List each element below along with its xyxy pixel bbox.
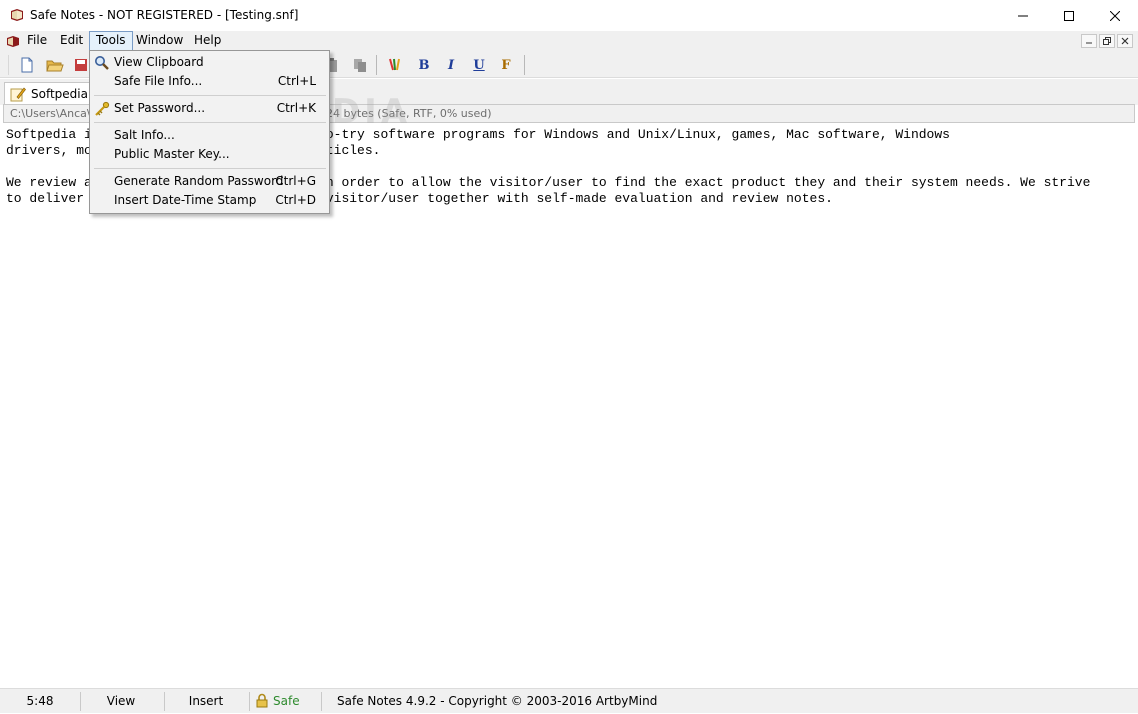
padlock-icon	[256, 693, 268, 711]
copy-icon[interactable]	[350, 55, 370, 75]
menu-item-set-password[interactable]: Set Password... Ctrl+K	[92, 99, 328, 118]
document-menu-icon[interactable]	[5, 33, 21, 49]
menu-bar: File Edit Tools Window Help	[0, 31, 1138, 51]
note-pencil-icon	[10, 86, 26, 105]
menu-separator	[94, 122, 326, 123]
child-close-button[interactable]	[1117, 34, 1133, 48]
status-safe: Safe	[273, 694, 300, 708]
menu-item-salt-info[interactable]: Salt Info...	[92, 126, 328, 145]
menu-item-generate-random-password[interactable]: Generate Random Password Ctrl+G	[92, 172, 328, 191]
status-view: View	[106, 694, 136, 708]
menu-separator	[94, 168, 326, 169]
status-copyright: Safe Notes 4.9.2 - Copyright © 2003-2016…	[337, 694, 658, 708]
tools-dropdown-menu: View Clipboard Safe File Info... Ctrl+L …	[89, 50, 330, 214]
status-divider	[321, 692, 322, 711]
save-icon[interactable]	[71, 55, 91, 75]
file-path: C:\Users\Anca\	[10, 107, 91, 120]
menu-item-insert-date-time-stamp[interactable]: Insert Date-Time Stamp Ctrl+D	[92, 191, 328, 210]
child-minimize-button[interactable]	[1081, 34, 1097, 48]
maximize-button[interactable]	[1046, 0, 1092, 31]
italic-button[interactable]: I	[441, 55, 461, 75]
menu-item-safe-file-info[interactable]: Safe File Info... Ctrl+L	[92, 72, 328, 91]
toolbar-grip	[8, 55, 9, 75]
menu-item-public-master-key[interactable]: Public Master Key...	[92, 145, 328, 164]
magnifier-icon	[93, 54, 111, 71]
new-document-icon[interactable]	[17, 55, 37, 75]
menu-edit[interactable]: Edit	[54, 31, 89, 51]
toolbar-separator	[524, 55, 525, 75]
font-button[interactable]: F	[496, 55, 516, 75]
status-bar: 5:48 View Insert Safe Safe Notes 4.9.2 -…	[0, 688, 1138, 713]
menu-window[interactable]: Window	[130, 31, 189, 51]
book-icon[interactable]	[9, 7, 25, 23]
underline-button[interactable]: U	[469, 55, 489, 75]
title-bar: Safe Notes - NOT REGISTERED - [Testing.s…	[0, 0, 1138, 31]
close-button[interactable]	[1092, 0, 1138, 31]
menu-separator	[94, 95, 326, 96]
file-size-info: 24 bytes (Safe, RTF, 0% used)	[326, 107, 492, 120]
window-title: Safe Notes - NOT REGISTERED - [Testing.s…	[30, 8, 299, 22]
status-insert-mode: Insert	[188, 694, 224, 708]
menu-item-view-clipboard[interactable]: View Clipboard	[92, 53, 328, 72]
key-icon	[93, 100, 111, 117]
status-divider	[164, 692, 165, 711]
child-restore-button[interactable]	[1099, 34, 1115, 48]
open-folder-icon[interactable]	[45, 55, 65, 75]
menu-file[interactable]: File	[21, 31, 53, 51]
menu-tools[interactable]: Tools	[89, 31, 133, 51]
status-divider	[249, 692, 250, 711]
minimize-button[interactable]	[1000, 0, 1046, 31]
toolbar-separator	[376, 55, 377, 75]
bold-button[interactable]: B	[414, 55, 434, 75]
menu-help[interactable]: Help	[188, 31, 227, 51]
color-pencils-icon[interactable]	[385, 55, 405, 75]
status-time: 5:48	[26, 694, 54, 708]
